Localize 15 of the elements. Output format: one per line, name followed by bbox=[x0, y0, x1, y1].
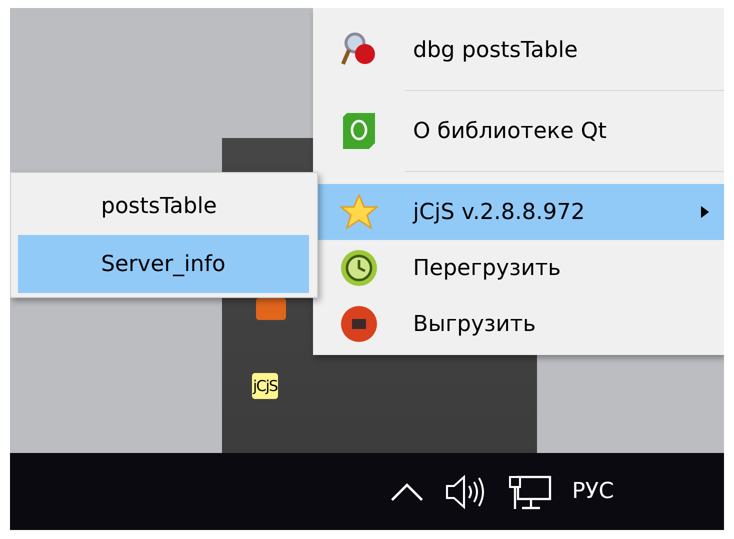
menu-item[interactable]: О библиотеке Qt bbox=[313, 103, 724, 159]
qt-logo-icon bbox=[343, 113, 375, 149]
clock-icon bbox=[339, 248, 379, 288]
language-indicator[interactable]: РУС bbox=[572, 479, 614, 504]
network-icon[interactable] bbox=[508, 474, 552, 510]
menu-item[interactable]: dbg postsTable bbox=[313, 22, 724, 78]
menu-item[interactable]: Выгрузить bbox=[313, 296, 724, 352]
submenu-arrow-icon bbox=[700, 205, 710, 219]
submenu-item[interactable]: postsTable bbox=[18, 177, 309, 235]
submenu-item[interactable]: Server_info bbox=[18, 235, 309, 293]
app-tray-icon[interactable]: jCjS bbox=[252, 373, 278, 399]
chevron-up-icon[interactable] bbox=[390, 482, 424, 502]
menu-item[interactable]: Перегрузить bbox=[313, 240, 724, 296]
stop-icon bbox=[339, 304, 379, 344]
star-icon bbox=[340, 194, 378, 230]
